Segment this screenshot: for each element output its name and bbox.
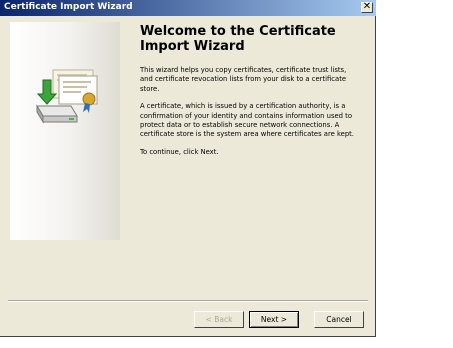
next-button[interactable]: Next > bbox=[249, 311, 299, 328]
title-bar[interactable]: Certificate Import Wizard ✕ bbox=[0, 0, 376, 16]
back-button[interactable]: < Back bbox=[194, 311, 244, 328]
button-separator bbox=[8, 300, 368, 302]
continue-instruction: To continue, click Next. bbox=[140, 147, 219, 156]
close-icon: ✕ bbox=[362, 1, 372, 12]
window-title: Certificate Import Wizard bbox=[4, 2, 133, 12]
certificate-import-icon bbox=[36, 69, 98, 124]
certificate-description-paragraph: A certificate, which is issued by a cert… bbox=[140, 102, 354, 139]
page-title: Welcome to the Certificate Import Wizard bbox=[140, 24, 336, 54]
wizard-sidebar-panel bbox=[10, 22, 120, 240]
intro-paragraph: This wizard helps you copy certificates,… bbox=[140, 66, 347, 93]
close-button[interactable]: ✕ bbox=[361, 1, 373, 13]
cancel-button[interactable]: Cancel bbox=[314, 311, 364, 328]
welcome-content: Welcome to the Certificate Import Wizard… bbox=[140, 24, 360, 165]
certificate-import-wizard-dialog: Certificate Import Wizard ✕ Welcome to t… bbox=[0, 0, 376, 337]
